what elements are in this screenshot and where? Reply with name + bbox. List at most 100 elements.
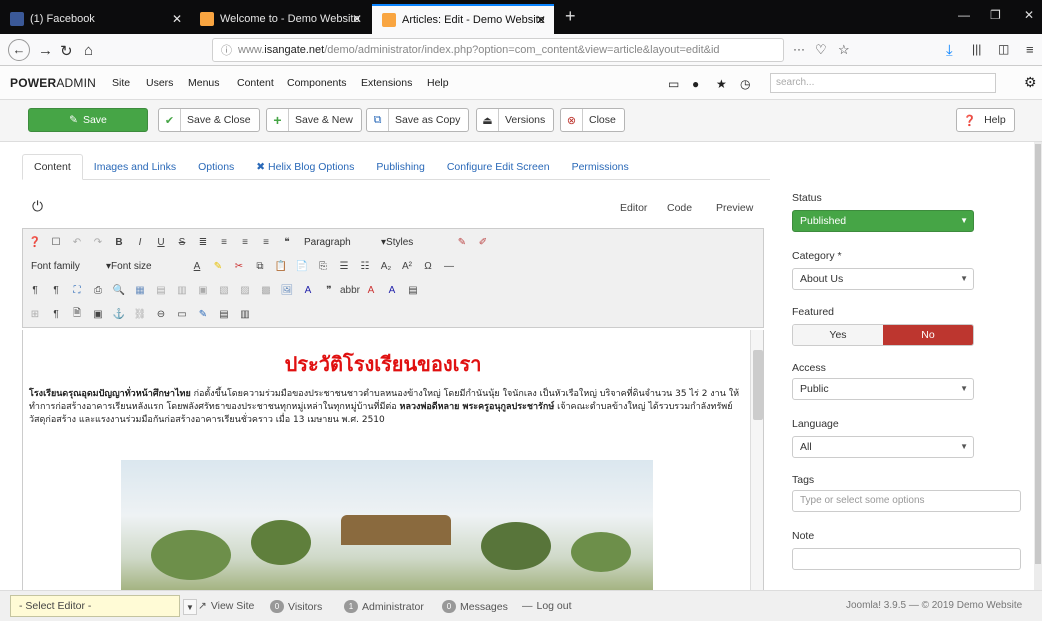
editor-tab[interactable]: Editor: [620, 202, 647, 214]
table-merge-icon[interactable]: ▧: [216, 282, 232, 298]
save-button[interactable]: ✎ Save: [28, 108, 148, 132]
table-col-icon[interactable]: ▥: [174, 282, 190, 298]
home-icon[interactable]: ⌂: [84, 42, 93, 59]
pagebreak-icon[interactable]: ▥: [237, 306, 253, 322]
cut-icon[interactable]: ✂: [231, 258, 247, 274]
close-icon[interactable]: ✕: [172, 12, 182, 26]
menu-icon[interactable]: ≡: [1026, 42, 1034, 57]
page-scroll-thumb[interactable]: [1035, 144, 1041, 564]
close-button[interactable]: ⊗ Close: [560, 108, 625, 132]
tab-publishing[interactable]: Publishing: [365, 155, 435, 179]
strikethrough-icon[interactable]: S: [174, 234, 190, 250]
browser-tab-welcome[interactable]: Welcome to - Demo Website ✕: [190, 4, 370, 34]
forward-icon[interactable]: →: [38, 42, 53, 59]
quote-icon[interactable]: ❞: [321, 282, 337, 298]
library-icon[interactable]: |||: [972, 42, 981, 56]
menu-menus[interactable]: Menus: [188, 77, 220, 89]
find-icon[interactable]: 🔍: [111, 282, 127, 298]
menu-extensions[interactable]: Extensions: [361, 77, 412, 89]
browser-tab-articles-edit[interactable]: Articles: Edit - Demo Website - ✕: [372, 4, 554, 34]
anchor-icon[interactable]: ⚓: [111, 306, 127, 322]
monitor-icon[interactable]: ▭: [668, 77, 679, 91]
table-icon[interactable]: ▦: [132, 282, 148, 298]
clock-icon[interactable]: ◷: [740, 77, 750, 91]
table-delete-icon[interactable]: ▩: [258, 282, 274, 298]
minimize-icon[interactable]: —: [958, 8, 970, 22]
menu-content[interactable]: Content: [237, 77, 274, 89]
help-icon[interactable]: ❓: [27, 234, 43, 250]
rtl-icon[interactable]: ¶: [48, 282, 64, 298]
text-color-icon[interactable]: A: [189, 258, 205, 274]
underline-icon[interactable]: U: [153, 234, 169, 250]
menu-help[interactable]: Help: [427, 77, 449, 89]
power-icon[interactable]: ⏻: [32, 198, 43, 215]
paste-text-icon[interactable]: 📄: [294, 258, 310, 274]
menu-users[interactable]: Users: [146, 77, 173, 89]
messages-link[interactable]: 0 Messages: [442, 600, 508, 613]
editor-scrollbar[interactable]: [750, 330, 763, 591]
bookmark-star-icon[interactable]: ☆: [838, 42, 850, 58]
language-select[interactable]: All ▼: [792, 436, 974, 458]
styles-select[interactable]: ▾ Styles: [377, 233, 449, 251]
tab-permissions[interactable]: Permissions: [561, 155, 640, 179]
logout-link[interactable]: — Log out: [522, 600, 572, 612]
align-right-icon[interactable]: ≡: [237, 234, 253, 250]
embed-icon[interactable]: ▭: [174, 306, 190, 322]
font-a-icon[interactable]: A: [384, 282, 400, 298]
featured-yes-button[interactable]: Yes: [793, 325, 883, 345]
user-icon[interactable]: ●: [692, 77, 699, 91]
spellcheck-icon[interactable]: A: [300, 282, 316, 298]
unlink-icon[interactable]: ⊖: [153, 306, 169, 322]
page-actions-icon[interactable]: ···: [793, 42, 805, 56]
status-select[interactable]: Published ▼: [792, 210, 974, 232]
ltr-icon[interactable]: ¶: [27, 282, 43, 298]
code-tab[interactable]: Code: [667, 202, 692, 214]
menu-components[interactable]: Components: [287, 77, 347, 89]
access-select[interactable]: Public ▼: [792, 378, 974, 400]
editor-content-area[interactable]: ประวัติโรงเรียนของเรา โรงเรียนดรุณอุดมปั…: [22, 330, 764, 592]
font-size-select[interactable]: ▾ Font size: [102, 257, 184, 275]
media-icon[interactable]: ▣: [90, 306, 106, 322]
search-replace-icon[interactable]: ⎘: [315, 258, 331, 274]
note-input[interactable]: [792, 548, 1021, 570]
abbr-icon[interactable]: abbr: [340, 282, 360, 298]
eraser-icon[interactable]: ✎: [454, 234, 470, 250]
url-bar[interactable]: ⓘ www. isangate.net/demo/administrator/in…: [212, 38, 784, 62]
align-left-icon[interactable]: ≡: [258, 234, 274, 250]
superscript-icon[interactable]: A²: [399, 258, 415, 274]
template-icon[interactable]: ▤: [405, 282, 421, 298]
table-row-icon[interactable]: ▤: [153, 282, 169, 298]
save-new-button[interactable]: + Save & New: [266, 108, 362, 132]
administrator-link[interactable]: 1 Administrator: [344, 600, 424, 613]
doc-icon[interactable]: 🗎: [69, 306, 85, 322]
clear-format-icon[interactable]: ✐: [475, 234, 491, 250]
link-icon[interactable]: ⛓: [132, 306, 148, 322]
image-icon[interactable]: 🖼: [279, 282, 295, 298]
fullscreen-icon[interactable]: ⛶: [69, 282, 85, 298]
tab-content[interactable]: Content: [22, 154, 83, 180]
strike-a-icon[interactable]: A: [363, 282, 379, 298]
undo-icon[interactable]: ↶: [69, 234, 85, 250]
back-icon[interactable]: ←: [8, 39, 30, 61]
versions-button[interactable]: ⏏ Versions: [476, 108, 555, 132]
numbered-list-icon[interactable]: ☷: [357, 258, 373, 274]
new-document-icon[interactable]: ☐: [48, 234, 64, 250]
editor-scroll-thumb[interactable]: [753, 350, 763, 420]
close-icon[interactable]: ✕: [536, 13, 546, 27]
redo-icon[interactable]: ↷: [90, 234, 106, 250]
format-select[interactable]: Paragraph: [300, 233, 372, 251]
browser-tab-facebook[interactable]: (1) Facebook ✕: [0, 4, 190, 34]
print-icon[interactable]: ⎙: [90, 282, 106, 298]
featured-no-button[interactable]: No: [883, 325, 973, 345]
admin-logo[interactable]: POWERADMIN: [10, 76, 96, 90]
save-close-button[interactable]: ✔ Save & Close: [158, 108, 260, 132]
save-copy-button[interactable]: ⧉ Save as Copy: [366, 108, 470, 132]
grid-icon[interactable]: ⊞: [27, 306, 43, 322]
tab-images-links[interactable]: Images and Links: [83, 155, 187, 179]
reload-icon[interactable]: ↻: [60, 42, 73, 60]
admin-search-input[interactable]: search...: [770, 73, 996, 93]
category-select[interactable]: About Us ▼: [792, 268, 974, 290]
new-tab-icon[interactable]: +: [565, 6, 576, 27]
horizontal-rule-icon[interactable]: —: [441, 258, 457, 274]
italic-icon[interactable]: I: [132, 234, 148, 250]
